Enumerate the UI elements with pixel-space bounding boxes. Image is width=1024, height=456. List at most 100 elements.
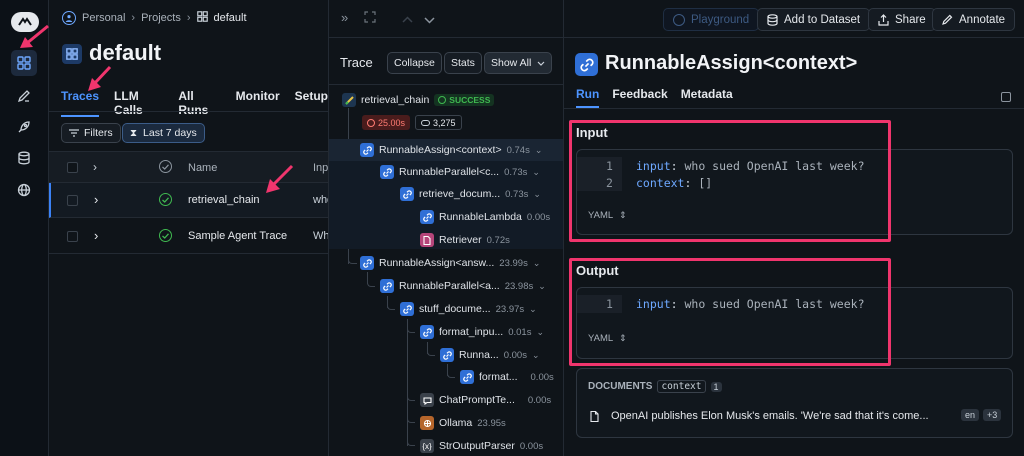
stats-button[interactable]: Stats bbox=[444, 52, 482, 74]
chevron-down-icon bbox=[537, 61, 545, 66]
status-column-icon bbox=[159, 160, 172, 173]
share-button[interactable]: Share bbox=[868, 8, 936, 31]
database-icon[interactable] bbox=[11, 145, 37, 171]
success-check-icon bbox=[159, 229, 172, 242]
annotation-arrow-row bbox=[266, 164, 294, 193]
next-run-icon[interactable] bbox=[424, 13, 435, 27]
row-expand-chevron-icon[interactable]: › bbox=[94, 228, 98, 243]
row-name[interactable]: retrieval_chain bbox=[188, 194, 260, 206]
node-name: retrieve_docum... bbox=[419, 188, 501, 200]
projects-grid-icon[interactable] bbox=[11, 50, 37, 76]
deploy-rocket-icon[interactable] bbox=[11, 114, 37, 140]
tree-node[interactable]: stuff_docume... 23.97s ⌄ bbox=[400, 298, 537, 320]
grid-icon bbox=[196, 11, 208, 25]
tree-node[interactable]: RunnableAssign<context> 0.74s ⌄ bbox=[360, 139, 542, 161]
fullscreen-icon[interactable] bbox=[364, 11, 376, 26]
tab-setup[interactable]: Setup bbox=[295, 89, 328, 117]
show-all-label: Show All bbox=[491, 57, 532, 69]
row-name[interactable]: Sample Agent Trace bbox=[188, 230, 287, 242]
node-name: Runna... bbox=[459, 349, 499, 361]
filter-icon bbox=[69, 129, 79, 137]
annotate-button[interactable]: Annotate bbox=[932, 8, 1016, 31]
tree-guide bbox=[367, 278, 375, 287]
previous-run-icon[interactable] bbox=[402, 12, 413, 26]
tab-metadata[interactable]: Metadata bbox=[681, 87, 733, 108]
tab-run[interactable]: Run bbox=[576, 87, 600, 108]
row-input: who bbox=[313, 194, 328, 206]
run-type-icon bbox=[575, 53, 598, 76]
filters-button[interactable]: Filters bbox=[61, 123, 121, 143]
collapse-panel-icon[interactable]: » bbox=[341, 10, 348, 25]
node-duration: 0.73s bbox=[505, 188, 529, 200]
node-duration: 0.00s bbox=[530, 371, 554, 383]
more-tags-badge[interactable]: +3 bbox=[983, 409, 1002, 421]
chevron-down-icon[interactable]: ⌄ bbox=[533, 189, 541, 200]
tree-node[interactable]: Retriever 0.72s bbox=[420, 229, 510, 251]
document-preview[interactable]: OpenAI publishes Elon Musk's emails. 'We… bbox=[611, 410, 929, 422]
token-coin-icon bbox=[421, 119, 430, 126]
tree-node[interactable]: RunnableParallel<c... 0.73s ⌄ bbox=[380, 161, 540, 183]
stats-label: Stats bbox=[451, 57, 475, 69]
trace-root-row[interactable]: retrieval_chain SUCCESS bbox=[342, 89, 495, 111]
document-file-icon bbox=[590, 410, 599, 425]
check-circle-icon bbox=[438, 96, 447, 104]
annotate-pen-icon[interactable] bbox=[11, 83, 37, 109]
expand-all-chevron-icon[interactable]: › bbox=[93, 160, 97, 174]
tab-feedback[interactable]: Feedback bbox=[612, 87, 667, 108]
tree-node[interactable]: RunnableParallel<a... 23.98s ⌄ bbox=[380, 275, 546, 297]
documents-card: DOCUMENTS context 1 OpenAI publishes Elo… bbox=[576, 368, 1013, 438]
node-name: ChatPromptTe... bbox=[439, 394, 515, 406]
chevron-down-icon[interactable]: ⌄ bbox=[536, 327, 544, 338]
collapse-label: Collapse bbox=[394, 57, 435, 69]
node-duration: 0.01s bbox=[508, 326, 532, 338]
globe-icon[interactable] bbox=[11, 177, 37, 203]
success-badge: SUCCESS bbox=[434, 94, 495, 106]
breadcrumb-projects[interactable]: Projects bbox=[141, 12, 181, 24]
tab-monitor[interactable]: Monitor bbox=[236, 89, 280, 117]
tree-guide bbox=[427, 347, 435, 356]
sidebar-toggle-icon[interactable] bbox=[1001, 92, 1011, 102]
column-header-name[interactable]: Name bbox=[188, 162, 217, 174]
tree-node[interactable]: format_inpu... 0.01s ⌄ bbox=[420, 321, 544, 343]
tree-node[interactable]: Runna... 0.00s ⌄ bbox=[440, 344, 540, 366]
column-header-input[interactable]: Inpu bbox=[313, 162, 328, 174]
link-icon bbox=[360, 256, 374, 270]
trace-root-name: retrieval_chain bbox=[361, 94, 430, 106]
chevron-down-icon[interactable]: ⌄ bbox=[532, 350, 540, 361]
row-checkbox[interactable] bbox=[67, 195, 78, 206]
trace-panel: » Trace Collapse Stats Show All retrieva… bbox=[329, 0, 564, 456]
show-all-select[interactable]: Show All bbox=[484, 52, 553, 74]
filters-label: Filters bbox=[84, 127, 113, 139]
add-to-dataset-button[interactable]: Add to Dataset bbox=[757, 8, 871, 31]
token-badge: 3,275 bbox=[415, 115, 462, 130]
playground-button[interactable]: Playground bbox=[663, 8, 760, 31]
collapse-button[interactable]: Collapse bbox=[387, 52, 442, 74]
documents-count-badge: 1 bbox=[710, 381, 722, 392]
chevron-down-icon[interactable]: ⌄ bbox=[535, 145, 543, 156]
row-expand-chevron-icon[interactable]: › bbox=[94, 192, 98, 207]
play-circle-icon bbox=[673, 13, 685, 26]
tab-all-runs[interactable]: All Runs bbox=[178, 89, 220, 117]
chevron-down-icon[interactable]: ⌄ bbox=[533, 258, 541, 269]
date-range-button[interactable]: ⧗ Last 7 days bbox=[122, 123, 205, 143]
tree-node[interactable]: retrieve_docum... 0.73s ⌄ bbox=[400, 183, 541, 205]
row-checkbox[interactable] bbox=[67, 231, 78, 242]
breadcrumb-workspace[interactable]: Personal bbox=[82, 12, 125, 24]
tree-node[interactable]: Ollama 23.95s bbox=[420, 412, 506, 434]
tree-node[interactable]: {x} StrOutputParser 0.00s bbox=[420, 435, 543, 456]
link-icon bbox=[380, 165, 394, 179]
table-row[interactable]: › Sample Agent Trace Wh bbox=[49, 219, 328, 254]
tree-node[interactable]: RunnableLambda 0.00s bbox=[420, 206, 550, 228]
node-name: Ollama bbox=[439, 417, 473, 429]
tree-node[interactable]: format... 0.00s bbox=[460, 366, 554, 388]
clock-icon bbox=[367, 118, 375, 127]
tree-node[interactable]: ChatPromptTe... 0.00s bbox=[420, 389, 551, 411]
select-all-checkbox[interactable] bbox=[67, 162, 78, 173]
node-name: RunnableAssign<answ... bbox=[379, 257, 495, 269]
chevron-down-icon[interactable]: ⌄ bbox=[532, 167, 540, 178]
tree-node[interactable]: RunnableAssign<answ... 23.99s ⌄ bbox=[360, 252, 540, 274]
chevron-down-icon[interactable]: ⌄ bbox=[538, 281, 546, 292]
add-to-dataset-label: Add to Dataset bbox=[784, 13, 861, 26]
chevron-down-icon[interactable]: ⌄ bbox=[529, 304, 537, 315]
breadcrumb-project[interactable]: default bbox=[214, 12, 247, 24]
